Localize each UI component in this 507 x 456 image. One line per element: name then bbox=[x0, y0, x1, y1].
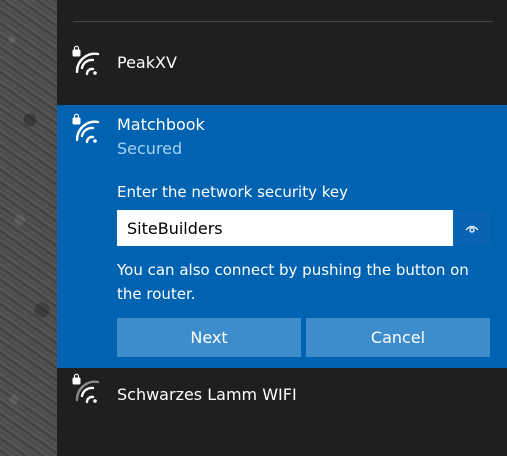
network-security-status: Secured bbox=[117, 139, 183, 158]
network-item-schwarzes-lamm-wifi[interactable]: Schwarzes Lamm WIFI bbox=[57, 367, 507, 423]
network-name: PeakXV bbox=[117, 53, 177, 72]
selected-network-name: Matchbook bbox=[117, 115, 205, 134]
wifi-secured-icon bbox=[72, 373, 100, 404]
security-key-field bbox=[117, 210, 490, 246]
wifi-secured-icon bbox=[72, 113, 100, 144]
top-separator bbox=[73, 21, 493, 22]
wifi-network-panel: PeakXV Matchbook Secured Enter the netwo… bbox=[57, 0, 507, 456]
cancel-button[interactable]: Cancel bbox=[306, 318, 490, 357]
wps-hint-text: You can also connect by pushing the butt… bbox=[117, 261, 469, 303]
security-key-label: Enter the network security key bbox=[117, 183, 349, 201]
eye-icon bbox=[465, 225, 478, 233]
selected-network-card: Matchbook Secured Enter the network secu… bbox=[57, 105, 507, 368]
next-button[interactable]: Next bbox=[117, 318, 301, 357]
network-name: Schwarzes Lamm WIFI bbox=[117, 385, 297, 404]
wifi-secured-icon bbox=[72, 45, 100, 76]
security-key-input[interactable] bbox=[117, 210, 453, 246]
desktop-background-strip bbox=[0, 0, 57, 456]
network-item-peakxv[interactable]: PeakXV bbox=[57, 36, 507, 92]
reveal-password-button[interactable] bbox=[453, 210, 490, 246]
